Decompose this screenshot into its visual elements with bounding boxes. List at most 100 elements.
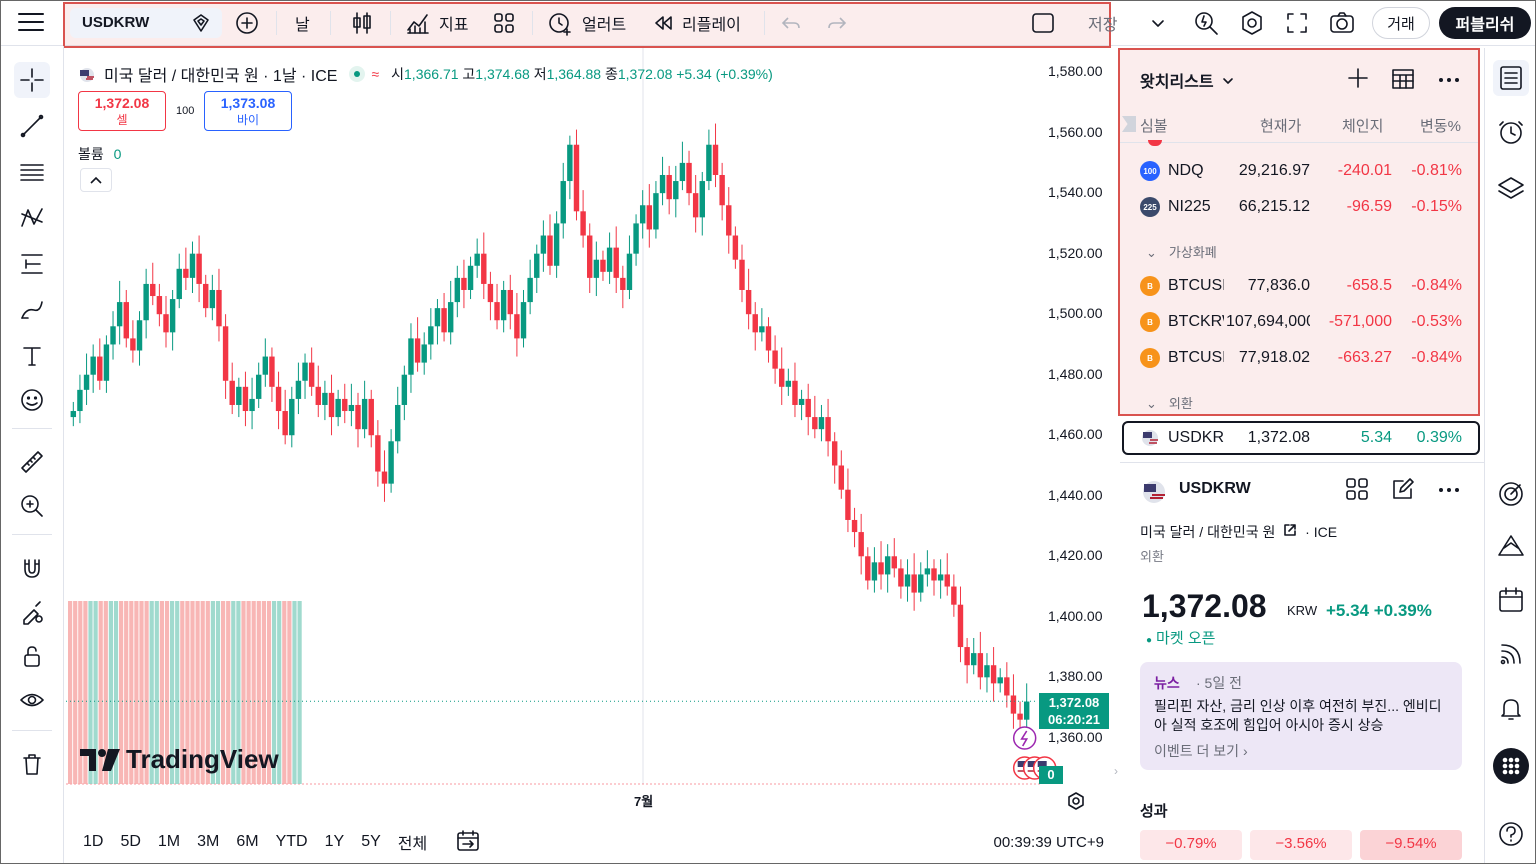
- eye-icon[interactable]: [14, 682, 50, 718]
- timeframe-5d[interactable]: 5D: [120, 833, 140, 851]
- add-symbol-icon[interactable]: [234, 10, 260, 36]
- header-pct[interactable]: 변동%: [1420, 115, 1461, 136]
- notification-bell-icon[interactable]: [1493, 690, 1529, 726]
- timeframe-1d[interactable]: 1D: [83, 833, 103, 851]
- alerts-clock-icon[interactable]: [1493, 114, 1529, 150]
- unlock-icon[interactable]: [14, 638, 50, 674]
- indicators-button[interactable]: 지표: [405, 10, 468, 36]
- timeframe-1y[interactable]: 1Y: [325, 833, 345, 851]
- symbol-badge-icon[interactable]: [188, 10, 214, 36]
- apps-grid-icon[interactable]: [1493, 748, 1529, 784]
- text-icon[interactable]: [14, 338, 50, 374]
- timeframe-6m[interactable]: 6M: [236, 833, 258, 851]
- price-axis-label: 1,420.00: [1048, 547, 1103, 564]
- crosshair-icon[interactable]: [14, 62, 50, 98]
- menu-icon[interactable]: [18, 13, 44, 33]
- settings-gear-icon[interactable]: [1238, 10, 1266, 36]
- candles-icon[interactable]: [350, 10, 374, 36]
- watchlist-row[interactable]: B BTCUSD 77,918.02 -663.27 -0.84%: [1120, 340, 1478, 376]
- emoji-icon[interactable]: [14, 382, 50, 418]
- target-icon[interactable]: [1493, 476, 1529, 512]
- lock-drawing-icon[interactable]: [14, 594, 50, 630]
- volume-legend[interactable]: 볼륨 0: [78, 144, 121, 164]
- candle-body: [858, 532, 864, 557]
- chart-pane[interactable]: 미국 달러 / 대한민국 원 · 1날 · ICE ≈ 시1,366.71 고1…: [66, 48, 1112, 818]
- replay-button[interactable]: 리플레이: [652, 10, 741, 36]
- news-headline[interactable]: 필리핀 자산, 금리 인상 이후 여전히 부진... 엔비디아 실적 호조에 힘…: [1154, 697, 1454, 735]
- quick-search-icon[interactable]: [1192, 10, 1220, 36]
- timeframe-ytd[interactable]: YTD: [276, 833, 308, 851]
- date-range-calendar-icon[interactable]: [455, 828, 481, 857]
- fib-lines-icon[interactable]: [14, 154, 50, 190]
- magnet-icon[interactable]: [14, 550, 50, 586]
- candlestick-chart[interactable]: [66, 48, 1112, 818]
- layers-icon[interactable]: [1493, 170, 1529, 206]
- price-axis-label: 1,580.00: [1048, 63, 1103, 80]
- publish-button[interactable]: 퍼블리쉬: [1439, 7, 1531, 39]
- symbol-title[interactable]: 미국 달러 / 대한민국 원 · 1날 · ICE: [104, 62, 337, 86]
- trash-icon[interactable]: [14, 746, 50, 782]
- panel-expand-chevron-icon[interactable]: ›: [1114, 764, 1126, 790]
- timezone-clock[interactable]: 00:39:39 UTC+9: [994, 834, 1105, 851]
- timeframe-all[interactable]: 전체: [398, 830, 427, 854]
- fullscreen-box-icon[interactable]: [1030, 10, 1056, 36]
- brush-icon[interactable]: [14, 292, 50, 328]
- detail-layout-icon[interactable]: [1344, 476, 1370, 505]
- candle-body: [375, 435, 381, 472]
- watchlist-row[interactable]: 100 NDQ 29,216.97 -240.01 -0.81%: [1120, 153, 1478, 189]
- candle-body: [805, 398, 811, 418]
- watchlist-row-usdkrw[interactable]: USDKRW 1,372.08 5.34 0.39%: [1120, 420, 1478, 456]
- detail-description[interactable]: 미국 달러 / 대한민국 원 · ICE: [1140, 522, 1337, 542]
- undo-icon[interactable]: [780, 10, 802, 36]
- save-dropdown-chevron-icon[interactable]: [1150, 10, 1166, 36]
- group-fx[interactable]: ⌄ 외환: [1146, 393, 1193, 412]
- help-icon[interactable]: [1493, 816, 1529, 852]
- sell-button[interactable]: 1,372.08 셀: [78, 91, 166, 131]
- detail-more-icon[interactable]: [1436, 480, 1462, 503]
- watchlist-more-icon[interactable]: [1436, 70, 1462, 93]
- group-crypto[interactable]: ⌄ 가상화폐: [1146, 242, 1217, 261]
- zoom-in-icon[interactable]: [14, 488, 50, 524]
- save-button[interactable]: 저장: [1088, 10, 1117, 36]
- detail-symbol[interactable]: USDKRW: [1179, 480, 1251, 498]
- perf-cell[interactable]: −0.79%: [1140, 830, 1242, 860]
- pattern-icon[interactable]: [14, 200, 50, 236]
- watchlist-row[interactable]: B BTCUSD 77,836.0 -658.5 -0.84%: [1120, 268, 1478, 304]
- collapse-legend-chevron-up-icon[interactable]: [80, 168, 112, 192]
- trend-line-icon[interactable]: [14, 108, 50, 144]
- tradingview-logo[interactable]: TradingView: [80, 744, 279, 775]
- forecast-icon[interactable]: [14, 246, 50, 282]
- ideas-icon[interactable]: [1493, 528, 1529, 564]
- interval-button[interactable]: 날: [295, 10, 310, 36]
- watchlist-table-icon[interactable]: [1390, 66, 1416, 95]
- watchlist-row[interactable]: B BTCKRW 107,694,000 -571,000 -0.53%: [1120, 304, 1478, 340]
- camera-icon[interactable]: [1328, 10, 1356, 36]
- fullscreen-icon[interactable]: [1284, 10, 1310, 36]
- candle-body: [534, 253, 540, 278]
- add-symbol-plus-icon[interactable]: [1346, 66, 1370, 93]
- watchlist-row[interactable]: 225 NI225 66,215.12 -96.59 -0.15%: [1120, 189, 1478, 225]
- perf-cell[interactable]: −9.54%: [1360, 830, 1462, 860]
- timeframe-1m[interactable]: 1M: [158, 833, 180, 851]
- buy-button[interactable]: 1,373.08 바이: [204, 91, 292, 131]
- news-card[interactable]: 뉴스 · 5일 전 필리핀 자산, 금리 인상 이후 여전히 부진... 엔비디…: [1140, 662, 1462, 770]
- more-events-link[interactable]: 이벤트 더 보기 ›: [1154, 741, 1248, 761]
- calendar-icon[interactable]: [1493, 582, 1529, 618]
- watchlist-panel-icon[interactable]: [1493, 60, 1529, 96]
- alert-button[interactable]: 얼러트: [546, 10, 626, 36]
- broadcast-icon[interactable]: [1493, 636, 1529, 672]
- header-last[interactable]: 현재가: [1260, 115, 1301, 136]
- axis-settings-gear-icon[interactable]: [1066, 791, 1086, 814]
- candle-body: [679, 162, 686, 182]
- perf-cell[interactable]: −3.56%: [1250, 830, 1352, 860]
- header-symbol[interactable]: 심볼: [1140, 115, 1168, 136]
- watchlist-title[interactable]: 왓치리스트: [1140, 68, 1234, 92]
- trade-button[interactable]: 거래: [1372, 7, 1430, 39]
- detail-edit-icon[interactable]: [1390, 476, 1416, 505]
- timeframe-3m[interactable]: 3M: [197, 833, 219, 851]
- header-change[interactable]: 체인지: [1342, 115, 1383, 136]
- timeframe-5y[interactable]: 5Y: [361, 833, 381, 851]
- redo-icon[interactable]: [826, 10, 848, 36]
- ruler-icon[interactable]: [14, 444, 50, 480]
- layouts-icon[interactable]: [492, 10, 516, 36]
